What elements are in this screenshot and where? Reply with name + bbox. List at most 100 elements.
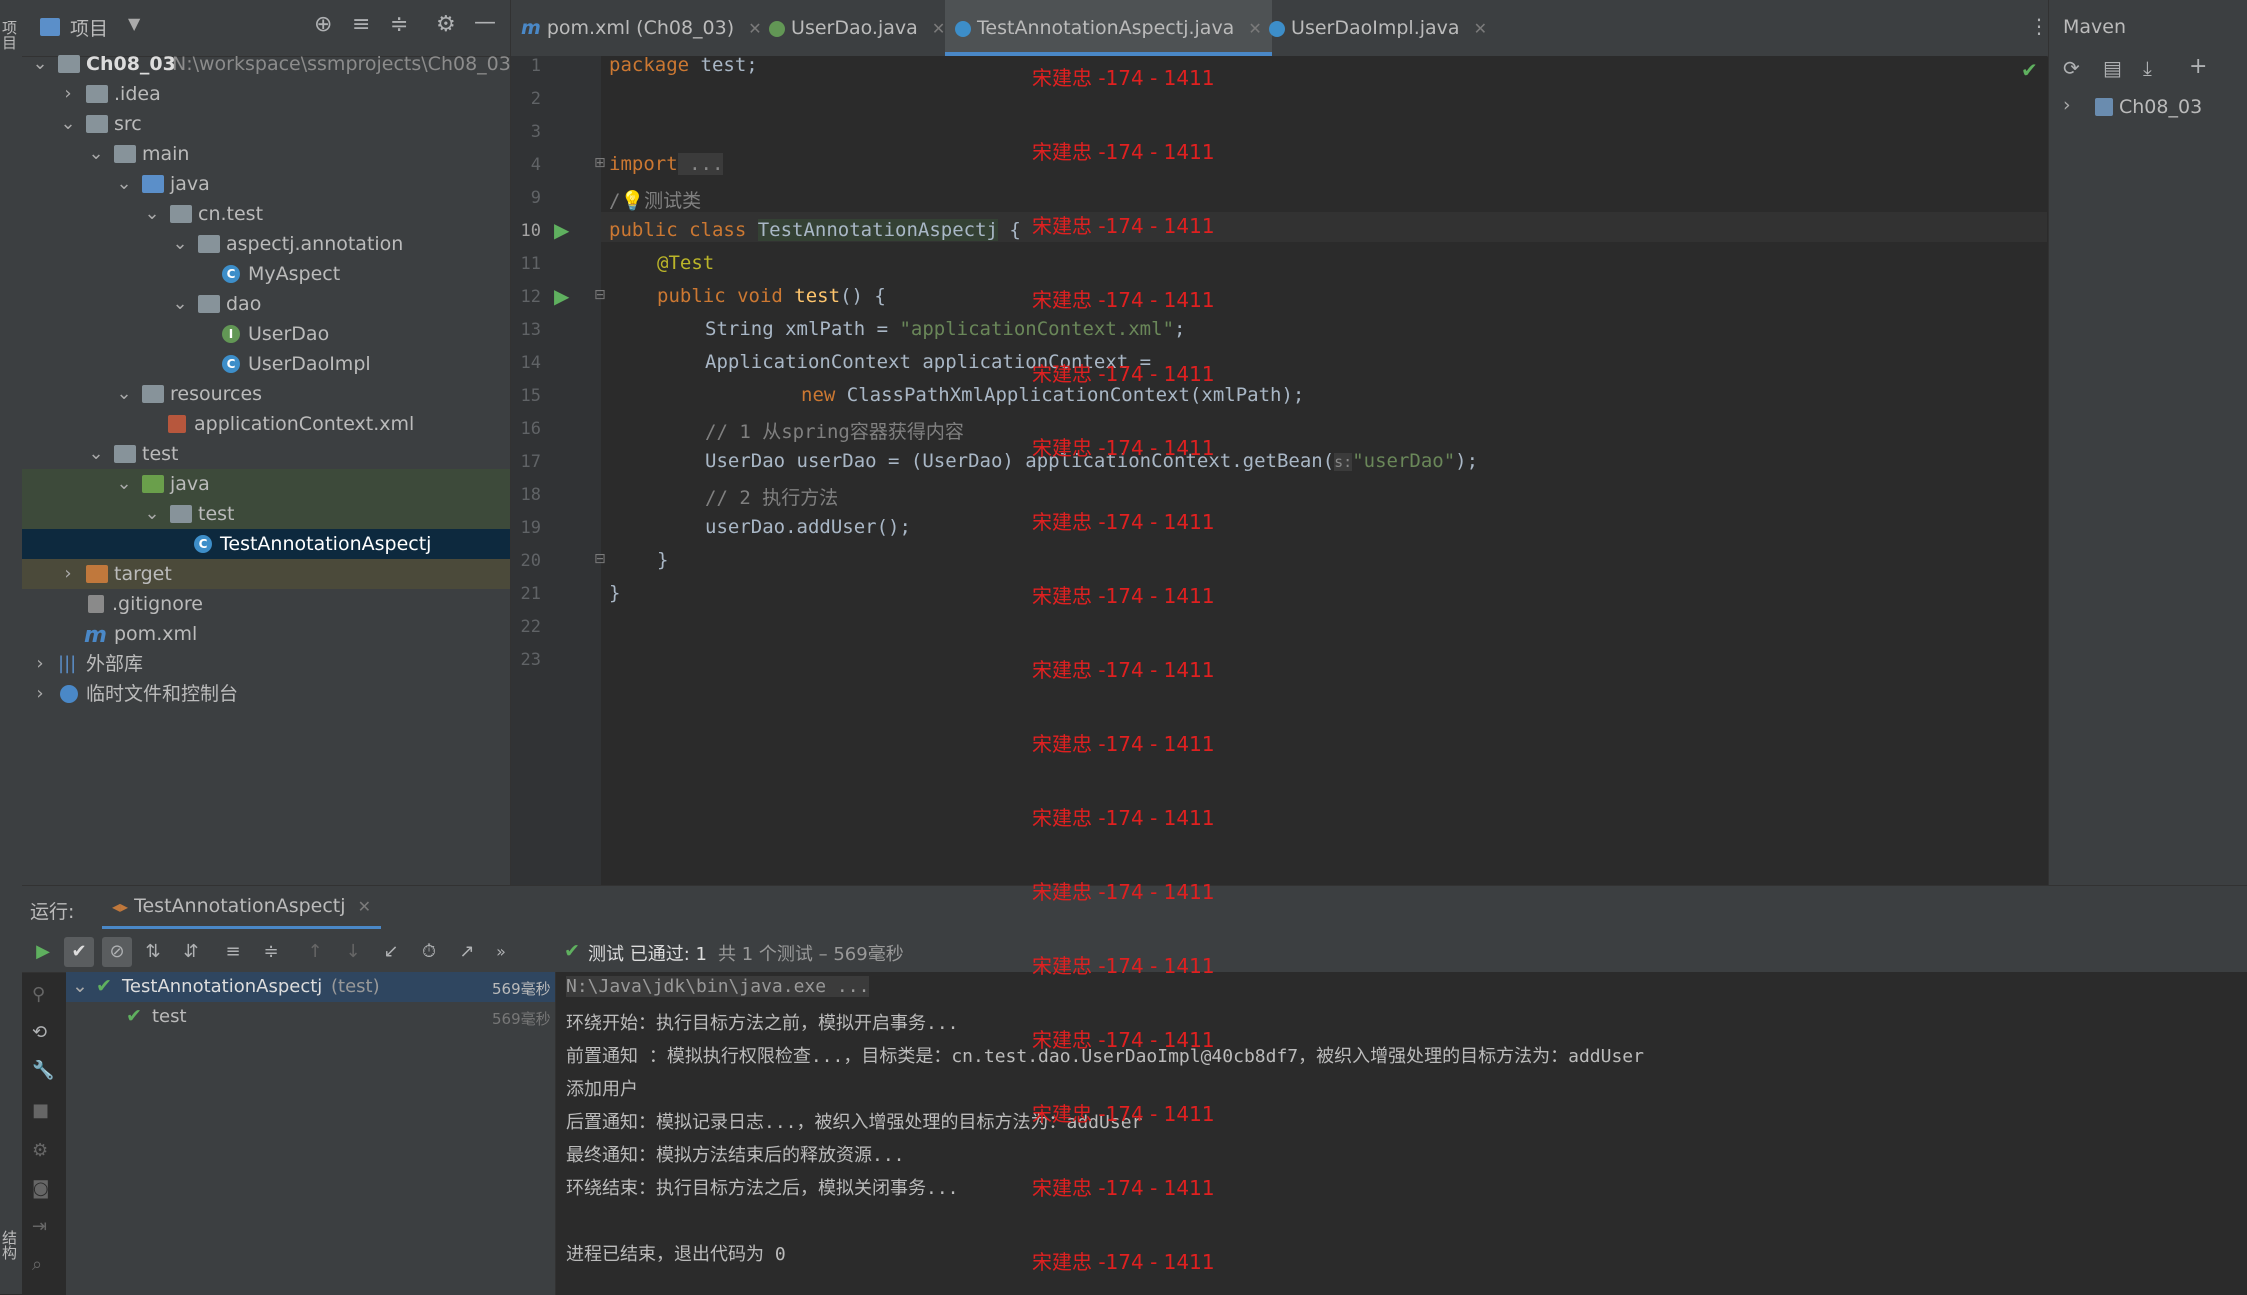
close-icon[interactable]: ✕: [1248, 19, 1261, 38]
run-test-icon[interactable]: ▶: [554, 284, 569, 308]
wrench-icon[interactable]: 🔧: [32, 1060, 54, 1081]
collapse-all-icon[interactable]: ≑: [390, 12, 408, 37]
close-icon[interactable]: ✕: [748, 19, 761, 38]
run-test-icon[interactable]: ▶: [554, 218, 569, 242]
tree-row-project-root[interactable]: ⌄ Ch08_03 N:\workspace\ssmprojects\Ch08_…: [22, 49, 510, 79]
tree-row-scratches[interactable]: › 临时文件和控制台: [22, 679, 510, 709]
tree-row-gitignore[interactable]: .gitignore: [22, 589, 510, 619]
chevron-down-icon[interactable]: ⌄: [142, 499, 162, 529]
fold-icon[interactable]: ⊞: [594, 155, 606, 171]
chevron-down-icon[interactable]: ⌄: [86, 139, 106, 169]
chevron-right-icon[interactable]: ›: [58, 559, 78, 589]
tree-row-myaspect[interactable]: C MyAspect: [22, 259, 510, 289]
sort-duration-icon[interactable]: ⇵: [180, 942, 202, 962]
chevron-down-icon[interactable]: ⌄: [114, 379, 134, 409]
tree-row-userdaoimpl[interactable]: C UserDaoImpl: [22, 349, 510, 379]
tree-row-aspectj-annotation[interactable]: ⌄ aspectj.annotation: [22, 229, 510, 259]
add-icon[interactable]: +: [2189, 54, 2207, 79]
camera-icon[interactable]: ◙: [32, 1178, 49, 1199]
pin-icon[interactable]: ⚲: [32, 984, 45, 1005]
chevron-right-icon[interactable]: ›: [58, 79, 78, 109]
sort-alpha-icon[interactable]: ⇅: [142, 942, 164, 962]
chevron-down-icon[interactable]: ⌄: [114, 169, 134, 199]
stop-icon[interactable]: ■: [32, 1100, 49, 1121]
expand-all-icon[interactable]: ≡: [222, 942, 244, 962]
show-ignored-icon[interactable]: ⊘: [102, 937, 132, 967]
console-output[interactable]: N:\Java\jdk\bin\java.exe ... 环绕开始：执行目标方法…: [556, 972, 2247, 1295]
project-view-title[interactable]: 项目: [70, 14, 108, 41]
tab-testannotationaspectj[interactable]: TestAnnotationAspectj.java ✕: [945, 0, 1272, 56]
chevron-down-icon[interactable]: ⌄: [142, 199, 162, 229]
chevron-down-icon[interactable]: ▼: [128, 14, 140, 33]
run-tab[interactable]: ◂▸ TestAnnotationAspectj ✕: [102, 886, 381, 929]
chevron-right-icon[interactable]: ›: [30, 649, 50, 679]
chevron-right-icon[interactable]: ›: [2063, 94, 2071, 116]
project-tool-tab[interactable]: 项目: [0, 20, 20, 50]
rerun-icon[interactable]: ▶: [32, 942, 54, 962]
tree-row-external-libraries[interactable]: › ||| 外部库: [22, 649, 510, 679]
chevron-down-icon[interactable]: ⌄: [114, 469, 134, 499]
expand-all-icon[interactable]: ≡: [352, 12, 370, 37]
download-icon[interactable]: ⤓: [2143, 56, 2152, 80]
folded-imports[interactable]: ...: [677, 153, 724, 175]
tree-row-userdao[interactable]: I UserDao: [22, 319, 510, 349]
import-tests-icon[interactable]: ↙: [380, 942, 402, 962]
tab-pom-xml[interactable]: m pom.xml (Ch08_03) ✕: [521, 0, 762, 56]
tree-row-test-package[interactable]: ⌄ test: [22, 499, 510, 529]
gear-icon[interactable]: ⚙: [436, 12, 456, 37]
inspection-ok-icon[interactable]: ✔: [2021, 58, 2038, 82]
tree-row-main[interactable]: ⌄ main: [22, 139, 510, 169]
tab-userdao[interactable]: UserDao.java ✕: [769, 0, 945, 56]
tree-row-main-java[interactable]: ⌄ java: [22, 169, 510, 199]
show-passed-icon[interactable]: ✔: [64, 937, 94, 967]
editor-tab-bar: m pom.xml (Ch08_03) ✕ UserDao.java ✕ Tes…: [511, 0, 2049, 57]
structure-tool-tab[interactable]: 结构: [0, 1230, 20, 1260]
chevron-down-icon[interactable]: ⌄: [170, 229, 190, 259]
lightbulb-icon[interactable]: 💡: [620, 190, 644, 212]
folder-icon[interactable]: ▤: [2103, 56, 2122, 80]
tree-row-dao[interactable]: ⌄ dao: [22, 289, 510, 319]
search-icon[interactable]: ⌕: [32, 1254, 42, 1275]
tree-row-test-java[interactable]: ⌄ java: [22, 469, 510, 499]
tree-row-src[interactable]: ⌄ src: [22, 109, 510, 139]
tree-row-resources[interactable]: ⌄ resources: [22, 379, 510, 409]
reload-icon[interactable]: ⟳: [2063, 56, 2080, 80]
tree-row-applicationcontext-xml[interactable]: applicationContext.xml: [22, 409, 510, 439]
collapse-all-icon[interactable]: ≑: [260, 942, 282, 962]
close-icon[interactable]: ✕: [358, 897, 371, 916]
tree-label: java: [170, 173, 210, 195]
test-case-row[interactable]: ✔ test 569毫秒: [66, 1002, 555, 1032]
tree-row-test[interactable]: ⌄ test: [22, 439, 510, 469]
export-icon[interactable]: ↗: [456, 942, 478, 962]
close-icon[interactable]: ✕: [932, 19, 945, 38]
chevron-down-icon[interactable]: ⌄: [58, 109, 78, 139]
minimize-icon[interactable]: —: [474, 10, 496, 35]
fold-icon[interactable]: ⊟: [594, 551, 606, 567]
locate-icon[interactable]: ⊕: [314, 12, 332, 37]
chevron-down-icon[interactable]: ⌄: [72, 975, 88, 997]
chevron-right-icon[interactable]: ›: [30, 679, 50, 709]
close-icon[interactable]: ✕: [1474, 19, 1487, 38]
chevron-down-icon[interactable]: ⌄: [30, 49, 50, 79]
tree-row-cn-test[interactable]: ⌄ cn.test: [22, 199, 510, 229]
login-icon[interactable]: ⇥: [32, 1216, 47, 1237]
maven-project-row[interactable]: › Ch08_03: [2049, 92, 2247, 122]
tree-row-target[interactable]: › target: [22, 559, 510, 589]
tree-row-testannotationaspectj[interactable]: C TestAnnotationAspectj: [22, 529, 510, 559]
maven-project-icon: [2095, 98, 2113, 116]
resources-folder-icon: [142, 385, 164, 403]
history-icon[interactable]: ⏱: [418, 942, 440, 962]
next-icon[interactable]: ↓: [342, 942, 364, 962]
tree-row-idea[interactable]: › .idea: [22, 79, 510, 109]
rerun-failed-icon[interactable]: ⟲: [32, 1022, 47, 1043]
tree-row-pom-xml[interactable]: m pom.xml: [22, 619, 510, 649]
previous-icon[interactable]: ↑: [304, 942, 326, 962]
more-icon[interactable]: »: [490, 942, 512, 962]
chevron-down-icon[interactable]: ⌄: [170, 289, 190, 319]
chevron-down-icon[interactable]: ⌄: [86, 439, 106, 469]
test-suite-row[interactable]: ⌄ ✔ TestAnnotationAspectj (test) 569毫秒: [66, 972, 555, 1002]
tab-userdaoimpl[interactable]: UserDaoImpl.java ✕: [1269, 0, 1487, 56]
more-tabs-icon[interactable]: ⋮: [2029, 14, 2049, 38]
fold-icon[interactable]: ⊟: [594, 287, 606, 303]
settings-icon[interactable]: ⚙: [32, 1140, 48, 1161]
